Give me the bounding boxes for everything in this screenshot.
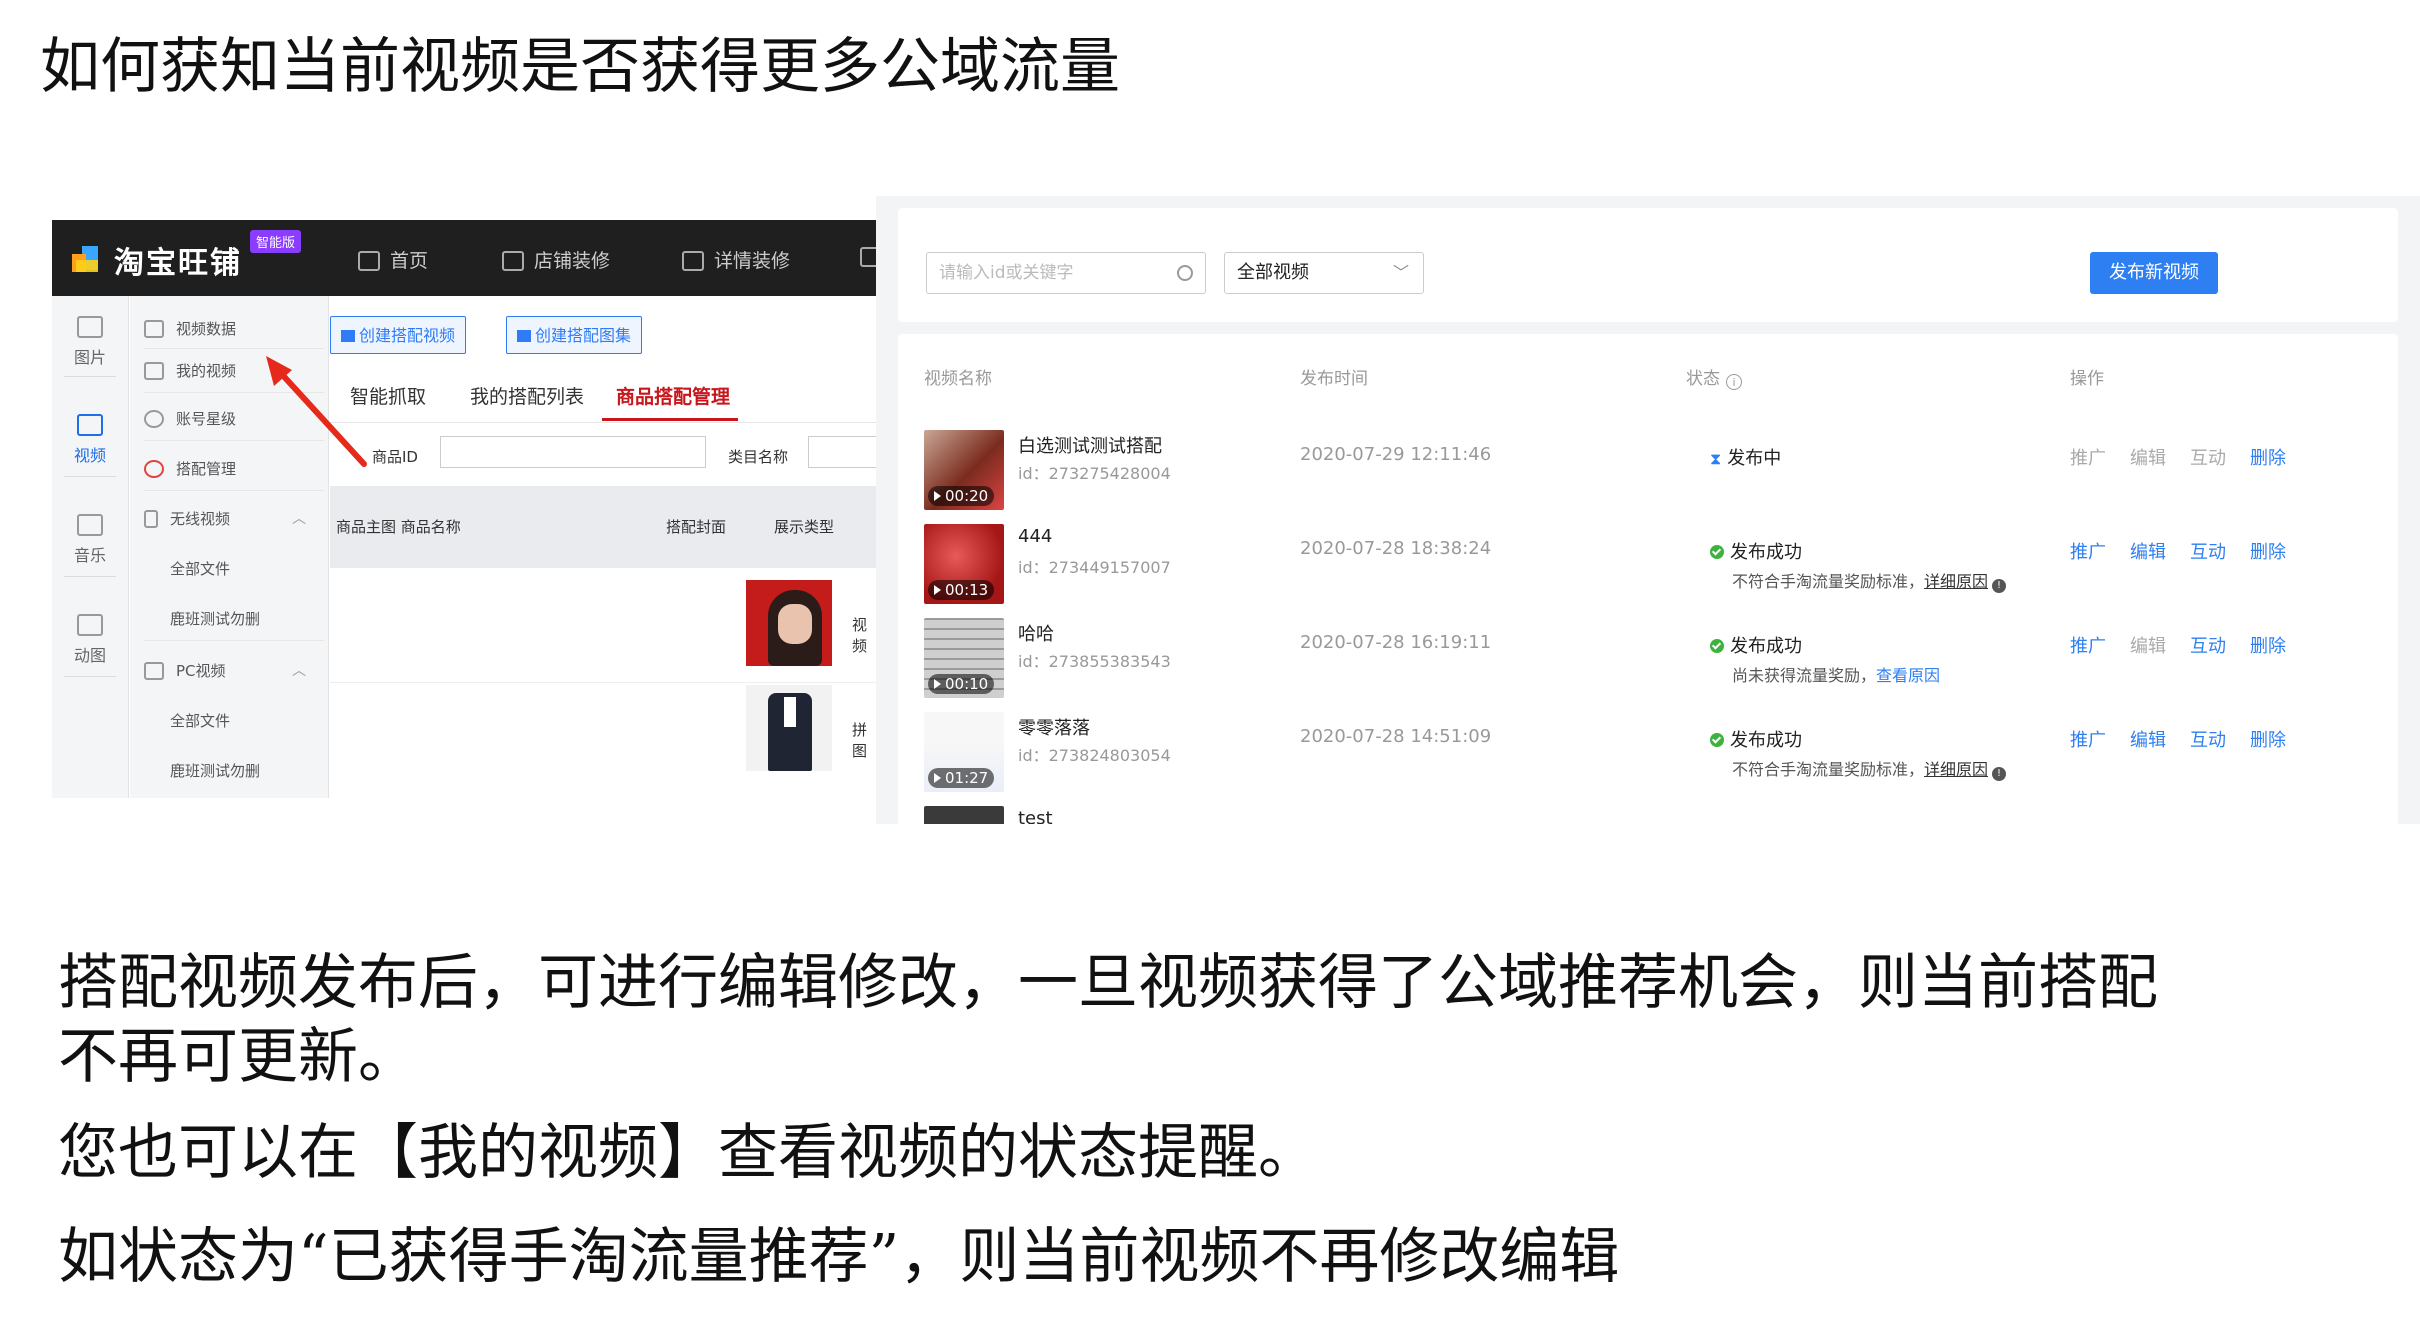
video-duration: 00:13 (928, 580, 995, 600)
search-input[interactable]: 请输入id或关键字 (926, 252, 1206, 294)
video-duration-text: 00:13 (945, 581, 989, 599)
interact-button[interactable]: 互动 (2190, 538, 2226, 564)
table-row: test (898, 806, 2398, 824)
table-row: 00:13 444 id：273449157007 2020-07-28 18:… (898, 524, 2398, 618)
status-publishing: ⧗ 发布中 (1710, 444, 1781, 470)
video-duration: 00:10 (928, 674, 995, 694)
publish-time: 2020-07-28 16:19:11 (1300, 632, 1492, 653)
status-note-text: 不符合手淘流量奖励标准， (1732, 572, 1925, 591)
video-id: id：273449157007 (1018, 558, 1171, 577)
video-id: id：273855383543 (1018, 652, 1171, 671)
video-name[interactable]: 白选测试测试搭配 (1018, 432, 1162, 458)
table-row: 00:20 白选测试测试搭配 id：273275428004 2020-07-2… (898, 430, 2398, 524)
status-note-text: 不符合手淘流量奖励标准， (1732, 760, 1925, 779)
video-duration-text: 01:27 (945, 769, 989, 787)
status-text: 发布成功 (1730, 730, 1802, 751)
info-icon[interactable]: i (1726, 374, 1742, 390)
body-line-2: 不再可更新。 (58, 1022, 418, 1092)
check-circle-icon (1710, 733, 1724, 747)
play-icon (934, 773, 941, 783)
info-icon[interactable]: ! (1992, 767, 2007, 781)
video-name[interactable]: 444 (1018, 526, 1052, 547)
edit-button[interactable]: 编辑 (2130, 538, 2166, 564)
status-success: 发布成功 (1710, 538, 1802, 564)
taobao-wangpu-screenshot: 淘宝旺铺 智能版 首页 店铺装修 详情装修 图片 视频 音乐 动图 视频数据 我… (52, 220, 878, 798)
delete-button[interactable]: 删除 (2250, 726, 2286, 752)
video-duration-text: 00:10 (945, 675, 989, 693)
search-icon (1177, 265, 1193, 281)
video-toolbar: 请输入id或关键字 全部视频 ﹀ 发布新视频 (898, 208, 2398, 322)
video-thumbnail[interactable]: 00:13 (924, 524, 1004, 604)
interact-button[interactable]: 互动 (2190, 444, 2226, 470)
video-filter-value: 全部视频 (1237, 262, 1309, 283)
check-circle-icon (1710, 545, 1724, 559)
publish-time: 2020-07-28 18:38:24 (1300, 538, 1492, 559)
video-filter-select[interactable]: 全部视频 ﹀ (1224, 252, 1424, 294)
play-icon (934, 679, 941, 689)
video-name[interactable]: 哈哈 (1018, 620, 1054, 646)
status-note: 不符合手淘流量奖励标准，详细原因! (1732, 756, 2007, 781)
col-publish-time: 发布时间 (1300, 369, 1368, 389)
search-placeholder: 请输入id或关键字 (939, 263, 1074, 283)
page-title: 如何获知当前视频是否获得更多公域流量 (40, 32, 1120, 102)
my-videos-screenshot: 请输入id或关键字 全部视频 ﹀ 发布新视频 视频名称 发布时间 状态 i 操作 0… (876, 196, 2420, 824)
video-list: 视频名称 发布时间 状态 i 操作 00:20 白选测试测试搭配 id：27327… (898, 334, 2398, 824)
hourglass-icon: ⧗ (1710, 449, 1722, 468)
video-id: id：273275428004 (1018, 464, 1171, 483)
play-icon (934, 491, 941, 501)
status-note: 尚未获得流量奖励，查看原因 (1732, 662, 1940, 686)
check-circle-icon (1710, 639, 1724, 653)
edit-button[interactable]: 编辑 (2130, 632, 2166, 658)
status-note-text: 尚未获得流量奖励， (1732, 666, 1877, 685)
body-line-4: 如状态为“已获得手淘流量推荐”，则当前视频不再修改编辑 (58, 1222, 1620, 1292)
video-duration: 01:27 (928, 768, 995, 788)
delete-button[interactable]: 删除 (2250, 538, 2286, 564)
video-id: id：273824803054 (1018, 746, 1171, 765)
detail-reason-link[interactable]: 详细原因 (1924, 760, 1988, 779)
video-name[interactable]: test (1018, 808, 1053, 824)
red-arrow-annotation (266, 356, 367, 467)
publish-time: 2020-07-28 14:51:09 (1300, 726, 1492, 747)
col-status: 状态 i (1686, 364, 1742, 390)
status-success: 发布成功 (1710, 726, 1802, 752)
col-video-name: 视频名称 (924, 369, 992, 389)
body-line-3: 您也可以在【我的视频】查看视频的状态提醒。 (58, 1118, 1318, 1188)
edit-button[interactable]: 编辑 (2130, 726, 2166, 752)
promote-button[interactable]: 推广 (2070, 444, 2106, 470)
publish-new-video-button[interactable]: 发布新视频 (2090, 252, 2218, 294)
video-duration-text: 00:20 (945, 487, 989, 505)
video-thumbnail[interactable]: 00:20 (924, 430, 1004, 510)
detail-reason-link[interactable]: 详细原因 (1924, 572, 1988, 591)
chevron-down-icon: ﹀ (1392, 263, 1409, 282)
delete-button[interactable]: 删除 (2250, 444, 2286, 470)
video-thumbnail[interactable]: 01:27 (924, 712, 1004, 792)
view-reason-link[interactable]: 查看原因 (1876, 666, 1940, 685)
table-row: 00:10 哈哈 id：273855383543 2020-07-28 16:1… (898, 618, 2398, 712)
interact-button[interactable]: 互动 (2190, 632, 2226, 658)
video-thumbnail[interactable] (924, 806, 1004, 824)
promote-button[interactable]: 推广 (2070, 726, 2106, 752)
status-text: 发布中 (1727, 448, 1782, 469)
video-duration: 00:20 (928, 486, 995, 506)
edit-button[interactable]: 编辑 (2130, 444, 2166, 470)
promote-button[interactable]: 推广 (2070, 632, 2106, 658)
status-text: 发布成功 (1730, 542, 1802, 563)
status-note: 不符合手淘流量奖励标准，详细原因! (1732, 568, 2007, 593)
status-success: 发布成功 (1710, 632, 1802, 658)
col-status-label: 状态 (1686, 369, 1720, 389)
play-icon (934, 585, 941, 595)
promote-button[interactable]: 推广 (2070, 538, 2106, 564)
publish-time: 2020-07-29 12:11:46 (1300, 444, 1492, 465)
interact-button[interactable]: 互动 (2190, 726, 2226, 752)
video-thumbnail[interactable]: 00:10 (924, 618, 1004, 698)
video-name[interactable]: 零零落落 (1018, 714, 1090, 740)
col-actions: 操作 (2070, 369, 2104, 389)
status-text: 发布成功 (1730, 636, 1802, 657)
table-row: 01:27 零零落落 id：273824803054 2020-07-28 14… (898, 712, 2398, 806)
delete-button[interactable]: 删除 (2250, 632, 2286, 658)
info-icon[interactable]: ! (1992, 579, 2007, 593)
